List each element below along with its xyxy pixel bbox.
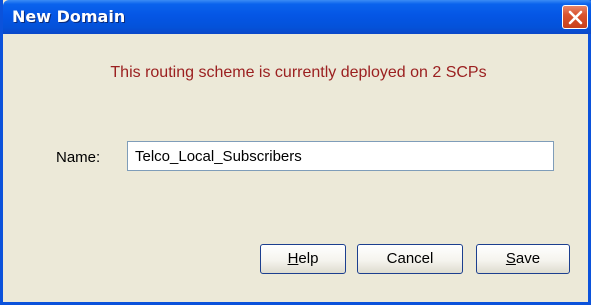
name-input[interactable]	[127, 141, 554, 171]
close-icon	[568, 10, 583, 25]
new-domain-dialog: New Domain This routing scheme is curren…	[0, 0, 591, 305]
cancel-button[interactable]: Cancel	[357, 244, 463, 274]
close-button[interactable]	[562, 5, 588, 29]
save-button-mnemonic: S	[505, 250, 516, 267]
help-button[interactable]: Help	[260, 244, 346, 274]
deployment-warning-message: This routing scheme is currently deploye…	[110, 64, 487, 81]
save-button-label: ave	[515, 250, 541, 267]
dialog-title: New Domain	[12, 7, 126, 26]
help-button-mnemonic: H	[287, 250, 299, 267]
save-button[interactable]: Save	[476, 244, 570, 274]
help-button-label: elp	[298, 250, 319, 267]
name-label: Name:	[56, 149, 101, 166]
cancel-button-label: Cancel	[386, 250, 434, 267]
title-bar[interactable]: New Domain	[3, 0, 591, 34]
